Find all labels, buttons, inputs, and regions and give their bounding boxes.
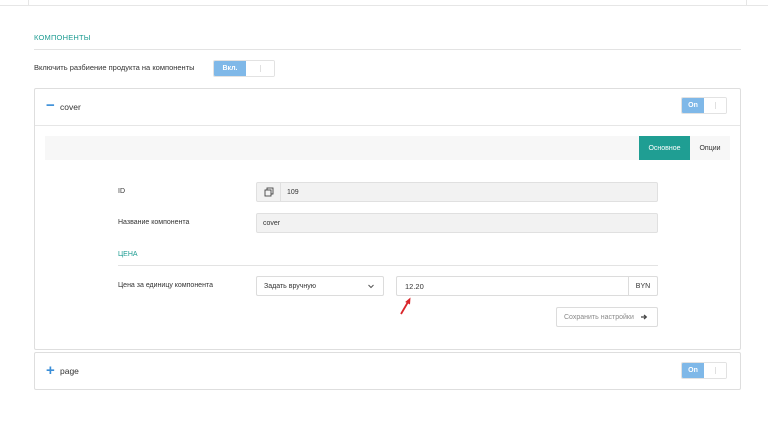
unit-price-label: Цена за единицу компонента [118,282,213,289]
copy-icon [264,187,273,197]
component-header[interactable]: + page On [35,353,740,389]
id-field: 109 [256,182,658,202]
toggle-on-label: Вкл. [214,61,246,76]
toggle-off-part[interactable] [246,61,274,76]
enable-components-label: Включить разбиение продукта на компонент… [34,63,195,72]
component-panel-cover: − cover On Основное Опции ID 109 Названи… [34,88,741,350]
top-divider-tick [746,0,747,6]
toggle-on-label: On [682,363,704,378]
price-heading: Цена [118,251,138,258]
top-divider [0,0,768,6]
price-input[interactable]: 12.20 [397,277,628,295]
red-arrow-annotation [400,297,411,315]
tab-options[interactable]: Опции [690,136,730,160]
section-divider [34,49,741,50]
enable-components-toggle[interactable]: Вкл. [213,60,275,77]
expand-icon[interactable]: + [46,362,55,379]
component-name-field[interactable]: cover [256,213,658,233]
arrow-right-icon [640,314,648,320]
copy-button[interactable] [257,183,281,201]
top-divider-tick [28,0,29,6]
section-title: Компоненты [34,33,91,42]
save-settings-button[interactable]: Сохранить настройки [556,307,658,327]
toggle-on-label: On [682,98,704,113]
toggle-off-part[interactable] [704,363,726,378]
component-toggle[interactable]: On [681,362,727,379]
component-name-label: Название компонента [118,219,190,226]
tab-main[interactable]: Основное [639,136,690,160]
component-title: cover [60,102,81,112]
toggle-off-part[interactable] [704,98,726,113]
id-label: ID [118,188,125,195]
component-toggle[interactable]: On [681,97,727,114]
component-panel-page: + page On [34,352,741,390]
component-tabs: Основное Опции [45,136,730,160]
component-title: page [60,366,79,376]
currency-label: BYN [628,277,657,295]
component-name-value: cover [263,219,281,227]
price-input-group: 12.20 BYN [396,276,658,296]
price-mode-value: Задать вручную [264,282,317,290]
collapse-icon[interactable]: − [46,97,55,114]
id-value: 109 [287,188,299,196]
component-header[interactable]: − cover On [35,89,740,126]
chevron-down-icon [368,284,374,289]
price-divider [118,265,658,266]
price-mode-select[interactable]: Задать вручную [256,276,384,296]
save-settings-label: Сохранить настройки [564,313,634,321]
